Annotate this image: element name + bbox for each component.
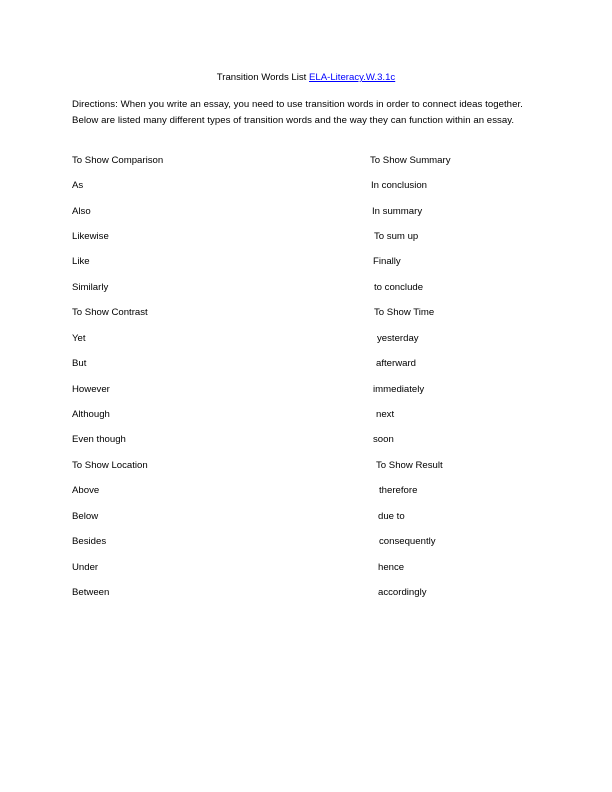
list-item: due to (378, 511, 405, 522)
list-item: Also (72, 206, 91, 217)
list-item: In summary (372, 206, 423, 217)
heading-contrast: To Show Contrast (72, 307, 148, 318)
list-item: Like (72, 256, 90, 267)
list-item: In conclusion (371, 180, 427, 191)
document-title: Transition Words List ELA-Literacy.W.3.1… (0, 72, 612, 84)
list-item: Even though (72, 434, 126, 445)
heading-location: To Show Location (72, 460, 148, 471)
list-item: Besides (72, 536, 107, 547)
document-page: Transition Words List ELA-Literacy.W.3.1… (0, 0, 612, 792)
list-item: Under (72, 562, 99, 573)
list-item: Above (72, 485, 100, 496)
list-item: But (72, 358, 87, 369)
heading-result: To Show Result (376, 460, 443, 471)
list-item: Below (72, 511, 99, 522)
list-item: Similarly (72, 282, 109, 293)
list-item: Yet (72, 333, 86, 344)
heading-comparison: To Show Comparison (72, 155, 164, 166)
list-item: hence (378, 562, 405, 573)
list-item: However (72, 384, 110, 395)
list-item: Between (72, 587, 110, 598)
list-item: next (376, 409, 395, 420)
list-item: Finally (373, 256, 401, 267)
list-item: consequently (379, 536, 436, 547)
list-item: afterward (376, 358, 416, 369)
list-item: immediately (373, 384, 425, 395)
heading-summary: To Show Summary (370, 155, 451, 166)
title-text: Transition Words List (216, 72, 307, 83)
list-item: therefore (379, 485, 418, 496)
list-item: accordingly (378, 587, 427, 598)
heading-time: To Show Time (374, 307, 435, 318)
list-item: To sum up (374, 231, 419, 242)
list-item: yesterday (377, 333, 419, 344)
list-item: As (72, 180, 84, 191)
standard-link[interactable]: ELA-Literacy.W.3.1c (309, 72, 395, 83)
list-item: Although (72, 409, 110, 420)
directions-paragraph: Directions: When you write an essay, you… (72, 99, 523, 126)
list-item: Likewise (72, 231, 109, 242)
list-item: soon (373, 434, 394, 445)
list-item: to conclude (374, 282, 424, 293)
